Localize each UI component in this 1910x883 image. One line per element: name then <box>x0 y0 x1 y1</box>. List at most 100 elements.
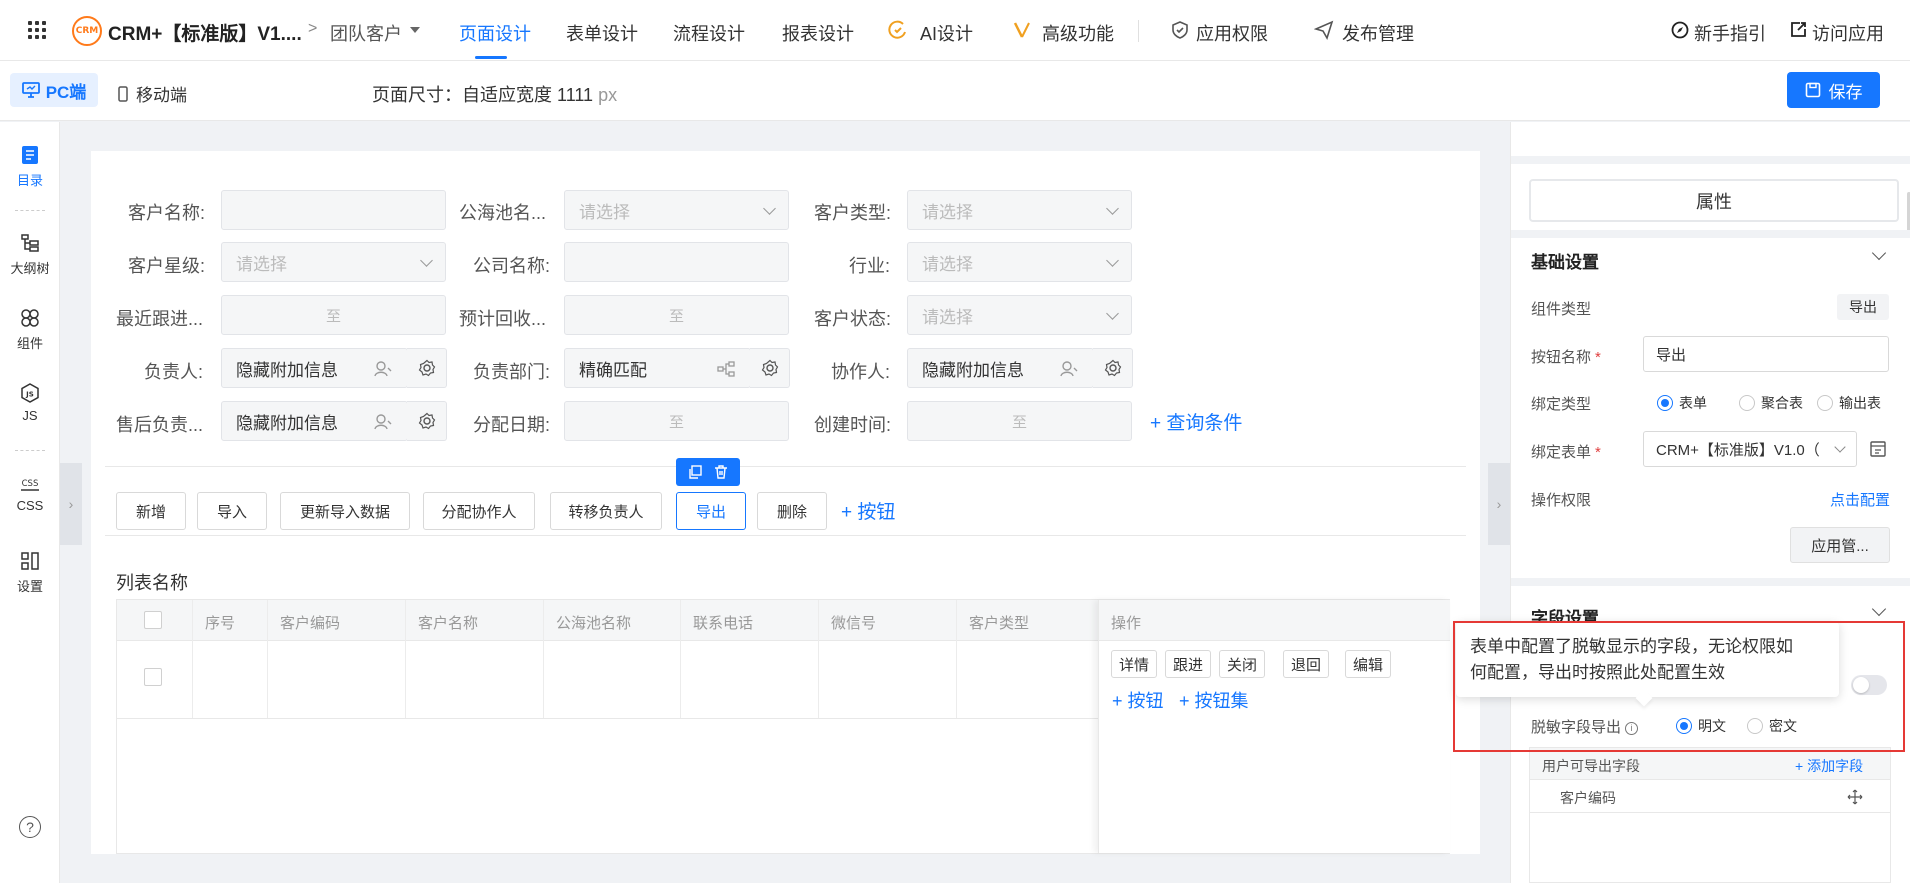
after-sales-settings[interactable] <box>407 401 447 441</box>
tab-mobile[interactable]: 移动端 <box>118 81 187 106</box>
op-edit-button[interactable]: 编辑 <box>1345 650 1391 678</box>
expected-recovery-range[interactable]: 至 <box>564 295 789 335</box>
permission-label: 操作权限 <box>1531 492 1592 509</box>
industry-select[interactable]: 请选择 <box>907 242 1132 282</box>
chevron-down-icon[interactable] <box>1871 601 1887 617</box>
collaborator-settings[interactable] <box>1093 348 1133 388</box>
data-table: 序号 客户编码 客户名称 公海池名称 联系电话 微信号 客户类型 操作 详情 跟… <box>116 599 1450 854</box>
tab-app-permission[interactable]: 应用权限 <box>1196 20 1268 46</box>
save-button-label: 保存 <box>1828 82 1863 102</box>
guide-link[interactable]: 新手指引 <box>1694 20 1766 46</box>
tab-advanced[interactable]: 高级功能 <box>1042 20 1114 46</box>
form-open-icon[interactable] <box>1869 440 1887 458</box>
customer-star-select[interactable]: 请选择 <box>221 242 446 282</box>
op-add-group-link[interactable]: + 按钮集 <box>1179 687 1249 713</box>
desensitize-cipher-radio[interactable]: 密文 <box>1747 716 1797 736</box>
import-button[interactable]: 导入 <box>197 492 267 530</box>
op-close-button[interactable]: 关闭 <box>1219 650 1265 678</box>
field-label: 负责部门: <box>473 362 551 382</box>
trash-icon[interactable] <box>714 465 728 479</box>
caret-down-icon[interactable] <box>410 27 420 33</box>
chevron-down-icon[interactable] <box>1871 245 1887 261</box>
right-collapse-handle[interactable]: › <box>1488 463 1510 545</box>
owner-picker[interactable]: 隐藏附加信息 <box>221 348 408 388</box>
customer-type-select[interactable]: 请选择 <box>907 190 1132 230</box>
app-grid-icon[interactable] <box>28 21 46 39</box>
add-button[interactable]: 新增 <box>116 492 186 530</box>
save-button[interactable]: 保存 <box>1787 72 1880 108</box>
tab-report-design[interactable]: 报表设计 <box>782 20 854 46</box>
component-type-badge: 导出 <box>1837 294 1889 320</box>
rail-item-css[interactable]: CSS CSS <box>0 472 60 513</box>
tab-ai-design[interactable]: AI设计 <box>920 20 973 46</box>
transfer-owner-button[interactable]: 转移负责人 <box>550 492 662 530</box>
tab-flow-design[interactable]: 流程设计 <box>673 20 745 46</box>
select-all-checkbox[interactable] <box>144 611 162 629</box>
last-follow-range[interactable]: 至 <box>221 295 446 335</box>
add-field-link[interactable]: + 添加字段 <box>1795 756 1863 776</box>
tab-form-design[interactable]: 表单设计 <box>566 20 638 46</box>
desensitize-plain-radio[interactable]: 明文 <box>1676 716 1726 736</box>
assign-date-range[interactable]: 至 <box>564 401 789 441</box>
chevron-down-icon <box>420 254 433 267</box>
rail-item-outline[interactable]: 大纲树 <box>0 232 60 277</box>
rail-item-catalog[interactable]: 目录 <box>0 144 60 189</box>
export-button[interactable]: 导出 <box>676 492 746 530</box>
tab-pc[interactable]: PC端 <box>10 73 98 107</box>
add-query-condition-link[interactable]: + 查询条件 <box>1150 408 1242 435</box>
properties-panel: 属性 基础设置 组件类型 导出 按钮名称 * 导出 绑定类型 表单 聚合表 输出表… <box>1510 122 1910 883</box>
op-return-button[interactable]: 退回 <box>1283 650 1329 678</box>
rail-item-components[interactable]: 组件 <box>0 307 60 352</box>
created-time-range[interactable]: 至 <box>907 401 1132 441</box>
rail-item-js[interactable]: JS JS <box>0 382 60 423</box>
add-button-link[interactable]: + 按钮 <box>841 497 895 524</box>
configure-permission-link[interactable]: 点击配置 <box>1830 489 1890 510</box>
info-icon[interactable]: i <box>1625 721 1639 735</box>
collaborator-picker[interactable]: 隐藏附加信息 <box>907 348 1094 388</box>
tab-page-design[interactable]: 页面设计 <box>459 20 531 46</box>
department-settings[interactable] <box>750 348 790 388</box>
company-name-input[interactable] <box>564 242 789 282</box>
op-detail-button[interactable]: 详情 <box>1111 650 1157 678</box>
public-pool-select[interactable]: 请选择 <box>564 190 789 230</box>
customer-name-input[interactable] <box>221 190 446 230</box>
bind-form-label: 绑定表单 * <box>1531 444 1601 461</box>
css-icon: CSS <box>21 479 39 491</box>
tab-publish[interactable]: 发布管理 <box>1342 20 1414 46</box>
bind-type-aggregate-radio[interactable]: 聚合表 <box>1739 393 1803 413</box>
button-name-input[interactable]: 导出 <box>1643 336 1889 372</box>
magic-wand-icon <box>1013 22 1030 38</box>
customer-status-select[interactable]: 请选择 <box>907 295 1132 335</box>
field-label: 创建时间: <box>814 415 892 435</box>
copy-icon[interactable] <box>688 465 702 479</box>
field-label: 客户类型: <box>814 203 892 223</box>
assign-collaborator-button[interactable]: 分配协作人 <box>423 492 535 530</box>
list-title[interactable]: 列表名称 <box>116 569 188 595</box>
tab-properties[interactable]: 属性 <box>1529 179 1899 222</box>
left-collapse-handle[interactable]: › <box>60 463 82 545</box>
op-add-button-link[interactable]: + 按钮 <box>1112 687 1164 713</box>
update-import-button[interactable]: 更新导入数据 <box>280 492 410 530</box>
operation-column: 操作 详情 跟进 关闭 退回 编辑 + 按钮 + 按钮集 <box>1098 600 1450 853</box>
after-sales-picker[interactable]: 隐藏附加信息 <box>221 401 408 441</box>
visit-app-link[interactable]: 访问应用 <box>1812 20 1884 46</box>
bind-type-form-radio[interactable]: 表单 <box>1657 393 1707 413</box>
desensitize-toggle[interactable] <box>1851 675 1887 695</box>
drag-move-icon[interactable] <box>1847 789 1863 805</box>
bind-type-output-radio[interactable]: 输出表 <box>1817 393 1881 413</box>
delete-button[interactable]: 删除 <box>757 492 827 530</box>
app-title[interactable]: CRM+【标准版】V1.... <box>108 19 302 46</box>
op-follow-button[interactable]: 跟进 <box>1165 650 1211 678</box>
bind-form-select[interactable]: CRM+【标准版】V1.0（ <box>1643 431 1857 467</box>
department-picker[interactable]: 精确匹配 <box>564 348 751 388</box>
rail-item-settings[interactable]: 设置 <box>0 550 60 595</box>
button-name-label: 按钮名称 * <box>1531 349 1601 366</box>
section-title-basic: 基础设置 <box>1531 253 1599 272</box>
page-size-value[interactable]: 1111 <box>557 85 593 105</box>
breadcrumb-page[interactable]: 团队客户 <box>330 20 402 46</box>
help-icon[interactable]: ? <box>19 816 41 838</box>
field-label: 公司名称: <box>473 256 551 276</box>
app-manage-button[interactable]: 应用管... <box>1790 527 1890 563</box>
row-checkbox[interactable] <box>144 668 162 686</box>
owner-settings[interactable] <box>407 348 447 388</box>
